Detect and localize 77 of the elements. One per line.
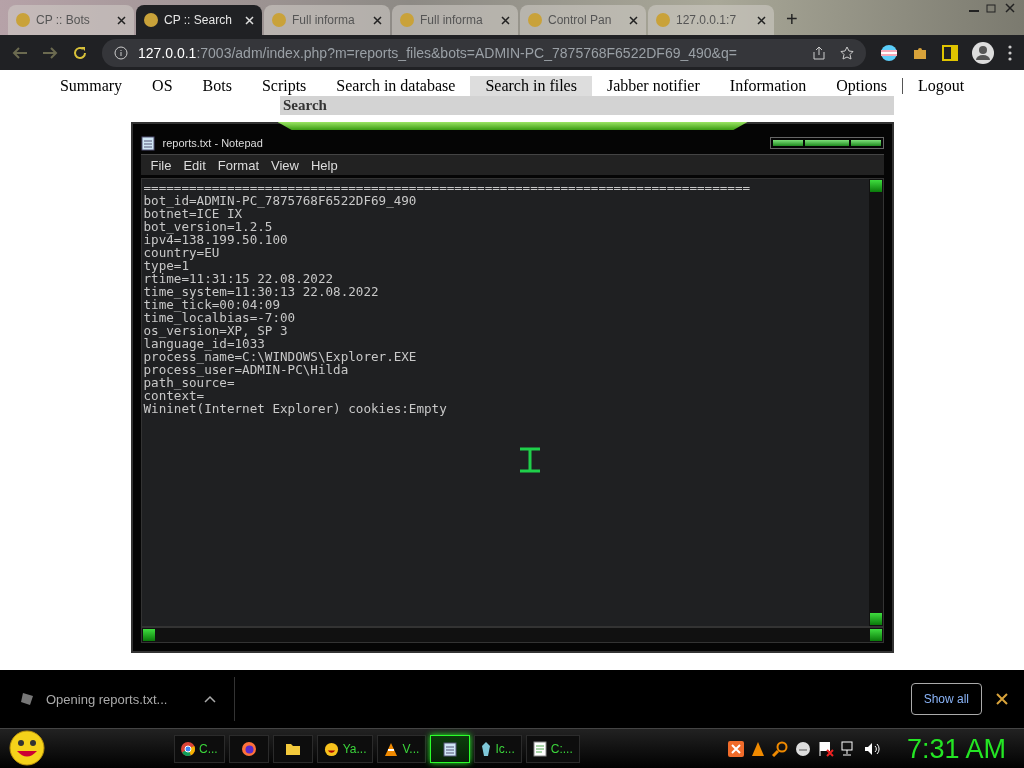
download-status: Opening reports.txt...	[46, 691, 168, 707]
menu-item[interactable]: Format	[211, 157, 266, 173]
menu-item[interactable]: Edit	[177, 157, 212, 173]
folder-icon	[284, 742, 301, 756]
nav-link[interactable]: Summary	[44, 76, 138, 96]
cone-icon[interactable]	[750, 741, 765, 757]
avatar-icon[interactable]	[972, 41, 994, 64]
forward-icon[interactable]	[42, 45, 58, 60]
chevron-icon[interactable]	[204, 695, 216, 703]
submenu-item[interactable]: Search	[280, 96, 894, 115]
taskbar-button[interactable]: Ya...	[316, 735, 374, 763]
cone-icon	[384, 741, 399, 757]
show-all-button[interactable]: Show all	[910, 683, 982, 715]
back-icon[interactable]	[12, 45, 28, 60]
notepad-icon	[443, 741, 458, 757]
browser-tab[interactable]: CP :: Bots	[8, 5, 134, 35]
nav-link[interactable]: Information	[714, 76, 822, 96]
favicon-icon	[528, 13, 542, 27]
favicon-icon	[400, 13, 414, 27]
info-icon	[114, 45, 128, 60]
reload-icon[interactable]	[72, 44, 88, 61]
close-icon	[996, 693, 1008, 705]
nav-link[interactable]: Search in database	[321, 76, 471, 96]
taskbar-button[interactable]	[228, 735, 269, 763]
close-icon[interactable]	[117, 15, 126, 25]
nav-link[interactable]: Jabber notifier	[591, 76, 715, 96]
menu-item[interactable]: Help	[305, 157, 344, 173]
favicon-icon	[16, 13, 30, 27]
share-icon[interactable]	[812, 45, 826, 60]
browser-tab[interactable]: Full informa	[392, 5, 518, 35]
nav-link[interactable]: OS	[137, 76, 188, 96]
nav-link[interactable]: Logout	[902, 76, 980, 96]
restore-icon[interactable]	[986, 3, 998, 13]
vertical-scrollbar[interactable]	[868, 179, 883, 626]
search-icon[interactable]	[771, 741, 788, 757]
favicon-icon	[656, 13, 670, 27]
sidebar-icon[interactable]	[942, 44, 958, 61]
nav-link[interactable]: Search in files	[470, 76, 592, 96]
clock[interactable]: 7:31 AM	[906, 733, 1006, 765]
taskbar-button[interactable]: V...	[377, 735, 427, 763]
close-icon[interactable]	[757, 15, 766, 25]
menu-icon[interactable]	[1008, 44, 1012, 61]
document-icon	[532, 741, 547, 757]
browser-tab[interactable]: Full informa	[264, 5, 390, 35]
browser-icon	[181, 742, 195, 756]
flag-icon[interactable]	[817, 741, 834, 757]
taskbar-button[interactable]: Ic...	[474, 735, 522, 763]
window-title: reports.txt - Notepad	[162, 137, 263, 149]
close-icon[interactable]	[629, 15, 638, 25]
taskbar-button[interactable]	[272, 735, 313, 763]
favicon-icon	[272, 13, 286, 27]
nav-link[interactable]: Bots	[187, 76, 247, 96]
flag-icon[interactable]	[880, 43, 898, 62]
close-icon[interactable]	[501, 15, 510, 25]
browser-tab[interactable]: CP :: Search	[136, 5, 262, 35]
browser-icon	[240, 741, 257, 757]
browser-tab[interactable]: Control Pan	[520, 5, 646, 35]
close-icon[interactable]	[373, 15, 382, 25]
menu-item[interactable]: View	[265, 157, 305, 173]
notepad-icon	[140, 135, 155, 151]
new-tab-button[interactable]: +	[776, 8, 808, 31]
horizontal-scrollbar[interactable]	[140, 627, 884, 643]
window-controls[interactable]	[769, 137, 884, 149]
speaker-icon[interactable]	[863, 741, 880, 757]
star-icon[interactable]	[840, 45, 854, 60]
taskbar-button[interactable]: C...	[174, 735, 225, 763]
favicon-icon	[144, 13, 158, 27]
nav-link[interactable]: Scripts	[246, 76, 322, 96]
taskbar-button[interactable]: C:...	[525, 735, 580, 763]
crystal-icon	[481, 741, 492, 757]
text-cursor-icon	[517, 447, 542, 473]
file-icon	[20, 692, 34, 706]
app-icon[interactable]	[727, 741, 744, 757]
browser-tab[interactable]: 127.0.0.1:7	[648, 5, 774, 35]
menu-item[interactable]: File	[144, 157, 178, 173]
nav-link[interactable]: Options	[821, 76, 902, 96]
address-bar[interactable]: 127.0.0.1:7003/adm/index.php?m=reports_files&bots=ADMIN-PC_7875768F6522DF69_490&q=	[102, 38, 866, 67]
